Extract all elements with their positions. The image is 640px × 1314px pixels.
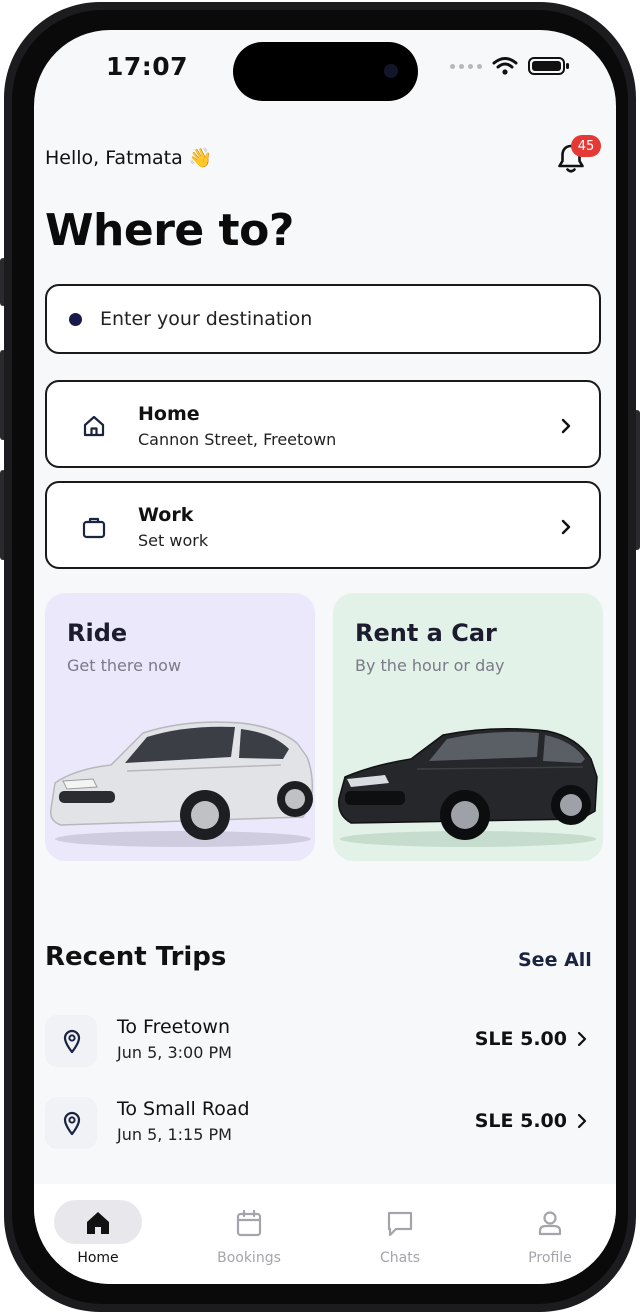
calendar-icon: [236, 1209, 262, 1237]
home-icon: [83, 415, 105, 437]
status-icons: [450, 56, 570, 76]
service-title: Rent a Car: [355, 619, 497, 647]
location-pin-icon: [63, 1029, 81, 1054]
dynamic-island: [233, 42, 418, 101]
nav-label: Profile: [528, 1250, 572, 1266]
chevron-right-icon: [561, 519, 571, 535]
destination-input[interactable]: [98, 307, 542, 331]
silver-sedan-image: [49, 721, 314, 847]
phone-frame: 17:07 Hello, Fatmata 👋 45 Where to? Ente…: [4, 2, 636, 1312]
chevron-right-icon: [577, 1113, 587, 1129]
trip-price: SLE 5.00: [474, 1110, 567, 1132]
rent-a-car-card[interactable]: Rent a Car By the hour or day: [333, 593, 603, 861]
saved-place-home[interactable]: Home Cannon Street, Freetown: [45, 380, 601, 468]
signal-icon: [450, 63, 482, 69]
page-title: Where to?: [45, 205, 294, 256]
briefcase-icon: [82, 517, 106, 539]
nav-label: Bookings: [217, 1250, 281, 1266]
nav-bookings[interactable]: Bookings: [185, 1184, 305, 1284]
wifi-icon: [492, 57, 518, 75]
saved-place-work[interactable]: Work Set work: [45, 481, 601, 569]
chat-icon: [387, 1211, 413, 1237]
recent-trips-title: Recent Trips: [45, 942, 227, 972]
saved-place-address: Set work: [138, 531, 209, 550]
greeting-text: Hello, Fatmata 👋: [45, 147, 213, 169]
trip-price: SLE 5.00: [474, 1028, 567, 1050]
trip-time: Jun 5, 3:00 PM: [117, 1043, 232, 1062]
location-dot-icon: [69, 312, 82, 326]
saved-place-label: Home: [138, 403, 200, 425]
black-sedan-image: [338, 728, 598, 847]
notification-badge: 45: [571, 135, 601, 157]
nav-chats[interactable]: Chats: [336, 1184, 456, 1284]
trip-destination: To Small Road: [117, 1098, 250, 1120]
recent-trip-item[interactable]: To Small Road Jun 5, 1:15 PM SLE 5.00: [45, 1089, 601, 1159]
chevron-right-icon: [561, 418, 571, 434]
service-subtitle: By the hour or day: [355, 656, 505, 675]
trip-pin-container: [45, 1015, 97, 1067]
service-title: Ride: [67, 619, 128, 647]
nav-label: Home: [77, 1250, 119, 1266]
location-pin-icon: [63, 1111, 81, 1136]
status-time: 17:07: [106, 52, 189, 81]
home-filled-icon: [87, 1212, 109, 1234]
bottom-nav: Home Bookings Chats Profile: [34, 1184, 616, 1284]
nav-label: Chats: [379, 1250, 420, 1266]
saved-place-label: Work: [138, 504, 194, 526]
saved-place-address: Cannon Street, Freetown: [138, 430, 337, 449]
trip-time: Jun 5, 1:15 PM: [117, 1125, 232, 1144]
chevron-right-icon: [577, 1031, 587, 1047]
ride-card[interactable]: Ride Get there now: [45, 593, 315, 861]
app-screen: 17:07 Hello, Fatmata 👋 45 Where to? Ente…: [34, 30, 616, 1284]
destination-search[interactable]: [45, 284, 601, 354]
trip-destination: To Freetown: [117, 1016, 231, 1038]
service-subtitle: Get there now: [67, 656, 182, 675]
nav-home[interactable]: Home: [34, 1184, 154, 1284]
battery-icon: [528, 57, 569, 75]
trip-pin-container: [45, 1097, 97, 1149]
recent-trip-item[interactable]: To Freetown Jun 5, 3:00 PM SLE 5.00: [45, 1007, 601, 1077]
person-icon: [538, 1211, 562, 1236]
see-all-link[interactable]: See All: [518, 949, 592, 971]
nav-profile[interactable]: Profile: [486, 1184, 606, 1284]
